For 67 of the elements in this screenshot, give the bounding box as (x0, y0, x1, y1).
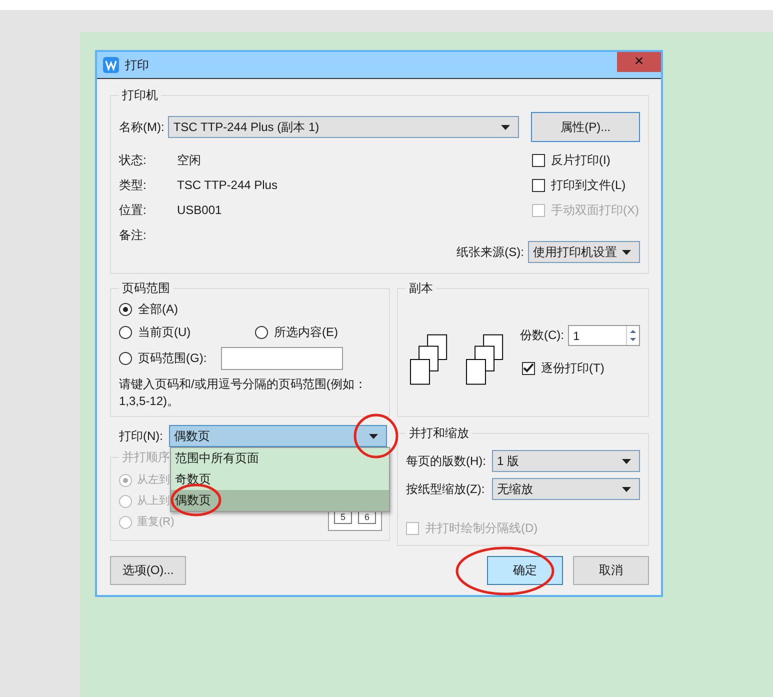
options-button[interactable]: 选项(O)... (110, 556, 186, 585)
info-label: 位置: (119, 202, 148, 218)
field-label: 纸张来源(S): (456, 244, 524, 260)
cancel-button[interactable]: 取消 (573, 556, 649, 585)
field-label: 名称(M): (119, 118, 164, 136)
scale-dropdown[interactable]: 无缩放 (492, 478, 640, 500)
radio-button[interactable] (119, 326, 132, 339)
caret-icon (622, 250, 631, 254)
checkbox-label: 并打时绘制分隔线(D) (425, 520, 538, 537)
field-label: 按纸型缩放(Z): (406, 480, 485, 498)
preview-page: 6 (358, 511, 376, 524)
field-label: 份数(C): (520, 327, 564, 344)
info-label: 类型: (119, 177, 148, 193)
checkbox[interactable] (522, 362, 535, 375)
spin-arrows-icon (626, 326, 639, 345)
window-title: 打印 (125, 56, 149, 74)
checkbox[interactable] (532, 179, 545, 192)
preview-page: 5 (334, 511, 352, 524)
checkbox-label: 反片打印(I) (551, 152, 610, 169)
field-label: 每页的版数(H): (406, 452, 486, 470)
group-title: 副本 (408, 280, 434, 297)
radio-label: 重复(R) (137, 515, 174, 530)
caret-icon (369, 434, 378, 438)
print-pages-dropdown[interactable]: 偶数页 (169, 425, 387, 447)
caret-icon (622, 458, 631, 464)
info-label: 备注: (119, 227, 148, 243)
hint-text: 请键入页码和/或用逗号分隔的页码范围(例如：1,3,5-12)。 (119, 376, 368, 410)
radio-label: 当前页(U) (138, 324, 191, 341)
paper-source-dropdown[interactable]: 使用打印机设置 (528, 241, 640, 263)
menu-item[interactable]: 奇数页 (171, 469, 389, 490)
info-value: TSC TTP-244 Plus (177, 177, 278, 193)
printer-dropdown[interactable]: TSC TTP-244 Plus (副本 1) (168, 116, 520, 138)
info-value: 空闲 (177, 152, 202, 168)
app-logo-icon (103, 57, 119, 73)
annotation-circle (353, 413, 399, 459)
checkbox[interactable] (532, 154, 545, 167)
annotation-circle (170, 483, 222, 517)
radio-button[interactable] (255, 326, 268, 339)
radio-label: 所选内容(E) (274, 324, 338, 341)
checkbox-label: 手动双面打印(X) (551, 202, 639, 219)
checkbox-label: 打印到文件(L) (551, 177, 626, 194)
properties-button[interactable]: 属性(P)... (531, 112, 640, 142)
close-button[interactable]: × (617, 52, 661, 72)
checkbox-label: 逐份打印(T) (541, 360, 604, 377)
group-title: 页码范围 (121, 280, 171, 297)
caret-icon (622, 486, 631, 492)
group-title: 并打顺序 (121, 449, 171, 466)
page-range-field[interactable] (220, 347, 343, 370)
radio-button[interactable] (119, 303, 132, 316)
radio-label: 从上到 (137, 494, 170, 509)
pages-per-sheet-dropdown[interactable]: 1 版 (492, 450, 640, 472)
group-title: 打印机 (121, 87, 159, 104)
radio-label: 全部(A) (138, 301, 178, 318)
page-stack-icon (410, 333, 448, 387)
info-value: USB001 (177, 202, 223, 218)
menu-item[interactable]: 偶数页 (171, 490, 389, 511)
info-label: 状态: (119, 152, 148, 168)
radio-label: 从左到 (137, 473, 170, 488)
menu-item[interactable]: 范围中所有页面 (171, 448, 389, 469)
group-title: 并打和缩放 (408, 425, 470, 442)
field-label: 打印(N): (119, 428, 163, 444)
page-stack-icon (466, 333, 504, 387)
radio-button[interactable] (119, 352, 132, 365)
caret-icon (501, 124, 510, 130)
copies-spinbox[interactable]: 1 (568, 325, 640, 346)
radio-label: 页码范围(G): (138, 350, 207, 367)
ok-button[interactable]: 确定 (487, 556, 563, 585)
